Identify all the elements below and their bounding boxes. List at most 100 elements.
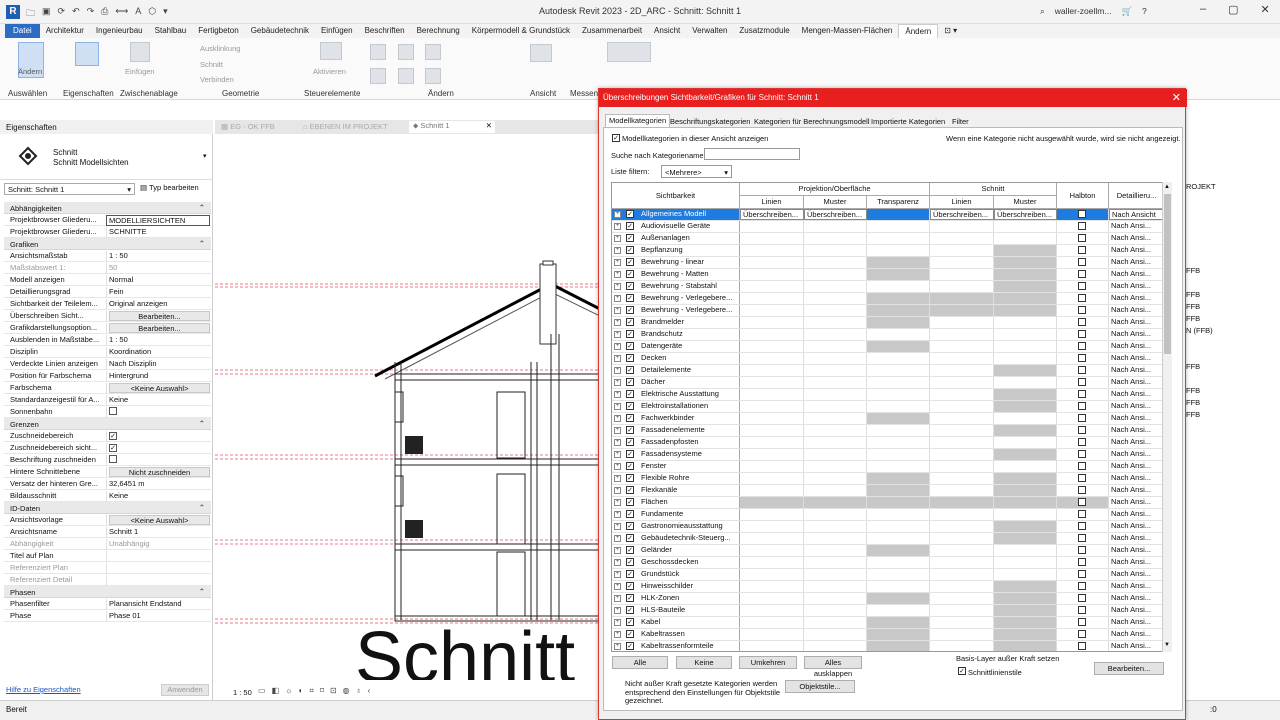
override-cell[interactable] <box>930 329 994 340</box>
chevron-down-icon[interactable]: ▾ <box>203 152 207 160</box>
detail-level-cell[interactable]: Nach Ansicht <box>1109 209 1165 220</box>
override-cell[interactable] <box>740 377 804 388</box>
override-cell[interactable] <box>740 341 804 352</box>
override-cell[interactable] <box>867 221 930 232</box>
visibility-checkbox[interactable]: ✓ <box>626 534 634 542</box>
category-row[interactable]: + ✓ Kabeltrassen Nach Ansi... <box>612 629 1165 641</box>
override-cell[interactable] <box>804 473 867 484</box>
category-row[interactable]: + ✓ Datengeräte Nach Ansi... <box>612 341 1165 353</box>
override-cell[interactable] <box>804 461 867 472</box>
col-muster[interactable]: Muster <box>804 196 867 209</box>
expand-icon[interactable]: + <box>614 331 621 338</box>
expand-icon[interactable]: + <box>614 535 621 542</box>
instance-selector[interactable]: Schnitt: Schnitt 1 ▾ <box>4 183 135 195</box>
override-cell[interactable] <box>804 353 867 364</box>
override-cell[interactable] <box>930 557 994 568</box>
override-cell[interactable] <box>994 497 1057 508</box>
expand-icon[interactable]: + <box>614 583 621 590</box>
detail-level-cell[interactable]: Nach Ansi... <box>1109 413 1165 424</box>
override-cell[interactable] <box>930 617 994 628</box>
halftone-checkbox[interactable] <box>1078 306 1086 314</box>
expand-icon[interactable]: + <box>614 223 621 230</box>
edit-type-button[interactable]: ▤ Typ bearbeiten <box>140 183 199 192</box>
override-cell[interactable] <box>930 425 994 436</box>
override-cell[interactable] <box>740 533 804 544</box>
halftone-checkbox[interactable] <box>1078 558 1086 566</box>
type-selector[interactable]: Schnitt Schnitt Modellsichten ▾ <box>0 134 213 180</box>
category-row[interactable]: + ✓ Fenster Nach Ansi... <box>612 461 1165 473</box>
category-row[interactable]: + ✓ Fassadenelemente Nach Ansi... <box>612 425 1165 437</box>
halftone-checkbox[interactable] <box>1078 582 1086 590</box>
align-icon[interactable] <box>370 44 386 60</box>
detail-level-cell[interactable]: Nach Ansi... <box>1109 365 1165 376</box>
all-button[interactable]: Alle <box>612 656 668 669</box>
browser-item[interactable]: FFB <box>1186 266 1200 275</box>
halftone-checkbox[interactable] <box>1078 270 1086 278</box>
visibility-checkbox[interactable]: ✓ <box>626 630 634 638</box>
override-cell[interactable] <box>930 413 994 424</box>
visibility-checkbox[interactable]: ✓ <box>626 642 634 650</box>
scroll-up-icon[interactable]: ▲ <box>1164 184 1170 190</box>
visibility-checkbox[interactable]: ✓ <box>626 354 634 362</box>
override-cell[interactable] <box>804 245 867 256</box>
override-cell[interactable] <box>804 221 867 232</box>
section-grenzen[interactable]: Grenzen ⌃ <box>4 418 211 430</box>
override-cell[interactable] <box>804 329 867 340</box>
override-cell[interactable] <box>867 413 930 424</box>
hide-icon[interactable]: ◍ <box>343 686 350 696</box>
override-cell[interactable] <box>867 377 930 388</box>
override-cell[interactable] <box>740 401 804 412</box>
category-row[interactable]: + ✓ Gebäudetechnik-Steuerg... Nach Ansi... <box>612 533 1165 545</box>
property-value[interactable] <box>106 407 210 418</box>
group-select[interactable]: Auswählen <box>8 89 47 98</box>
halftone-checkbox[interactable] <box>1078 234 1086 242</box>
override-cell[interactable] <box>804 521 867 532</box>
property-value[interactable]: Keine <box>106 395 210 406</box>
expand-icon[interactable]: + <box>614 259 621 266</box>
override-cell[interactable] <box>804 617 867 628</box>
override-cell[interactable] <box>930 569 994 580</box>
visibility-checkbox[interactable]: ✓ <box>626 378 634 386</box>
override-cell[interactable] <box>804 281 867 292</box>
halftone-checkbox[interactable] <box>1078 330 1086 338</box>
cut-label[interactable]: Schnitt <box>200 60 223 69</box>
detail-level-cell[interactable]: Nach Ansi... <box>1109 329 1165 340</box>
halftone-checkbox[interactable] <box>1078 294 1086 302</box>
category-row[interactable]: + ✓ Fundamente Nach Ansi... <box>612 509 1165 521</box>
property-checkbox[interactable]: ✓ <box>109 444 117 452</box>
override-cell[interactable] <box>740 317 804 328</box>
browser-item[interactable]: N (FFB) <box>1186 326 1213 335</box>
halftone-checkbox[interactable] <box>1078 210 1086 218</box>
detail-level-cell[interactable]: Nach Ansi... <box>1109 461 1165 472</box>
halftone-checkbox[interactable] <box>1078 342 1086 350</box>
category-row[interactable]: + ✓ Flächen Nach Ansi... <box>612 497 1165 509</box>
detail-level-cell[interactable]: Nach Ansi... <box>1109 233 1165 244</box>
menu-tab[interactable]: Fertigbeton <box>192 24 244 38</box>
expand-icon[interactable]: + <box>614 619 621 626</box>
override-cell[interactable] <box>867 341 930 352</box>
category-row[interactable]: + ✓ Bewehrung - Verlegebere... Nach Ansi... <box>612 293 1165 305</box>
override-cell[interactable] <box>930 521 994 532</box>
property-value[interactable] <box>106 551 210 562</box>
override-cell[interactable] <box>994 521 1057 532</box>
menu-tab[interactable]: Datei <box>5 24 40 38</box>
override-cell[interactable] <box>804 497 867 508</box>
halftone-checkbox[interactable] <box>1078 318 1086 326</box>
visibility-checkbox[interactable]: ✓ <box>626 234 634 242</box>
override-cell[interactable] <box>804 341 867 352</box>
join-label[interactable]: Verbinden <box>200 75 234 84</box>
property-value[interactable]: Unabhängig <box>106 539 210 550</box>
search-input[interactable] <box>704 148 800 160</box>
override-cell[interactable] <box>930 341 994 352</box>
expand-icon[interactable]: + <box>614 211 621 218</box>
minimize-icon[interactable]: – <box>1200 3 1206 16</box>
override-cell[interactable] <box>740 521 804 532</box>
expand-icon[interactable]: + <box>614 379 621 386</box>
override-cell[interactable] <box>867 365 930 376</box>
override-cell[interactable] <box>804 317 867 328</box>
expand-icon[interactable]: + <box>614 499 621 506</box>
visibility-checkbox[interactable]: ✓ <box>626 486 634 494</box>
detail-level-cell[interactable]: Nach Ansi... <box>1109 617 1165 628</box>
override-cell[interactable] <box>740 557 804 568</box>
visibility-checkbox[interactable]: ✓ <box>626 498 634 506</box>
